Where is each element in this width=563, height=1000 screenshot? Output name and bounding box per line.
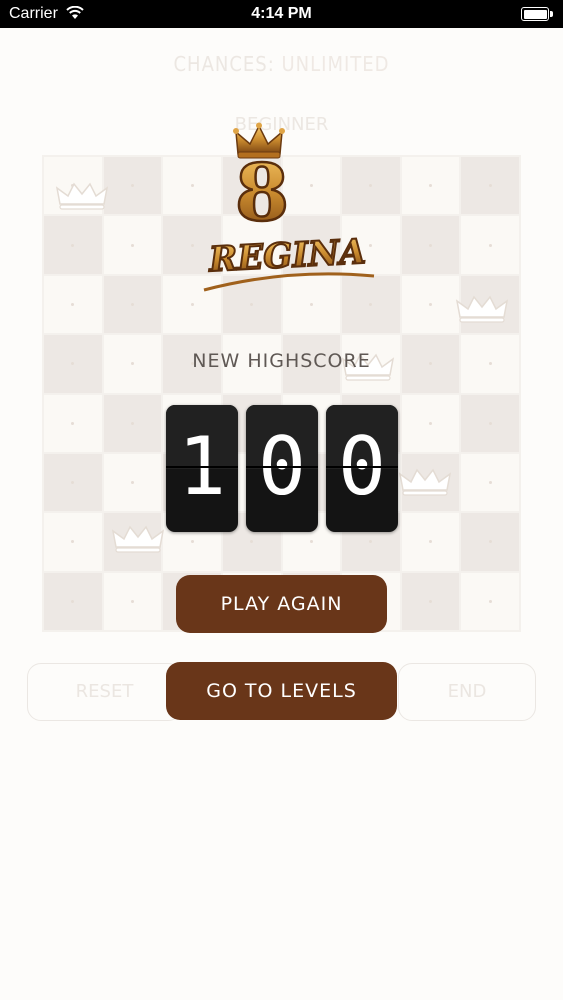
chances-value: UNLIMITED [281, 52, 390, 76]
board-square[interactable] [401, 157, 460, 215]
go-to-levels-button[interactable]: GO TO LEVELS [166, 662, 397, 720]
board-square[interactable] [461, 216, 519, 274]
square-dot [190, 540, 194, 544]
score-digit: 0 [246, 405, 318, 532]
board-square[interactable] [103, 275, 162, 334]
play-again-button[interactable]: PLAY AGAIN [176, 575, 387, 633]
square-dot [130, 481, 134, 485]
chances-indicator: CHANCES: UNLIMITED [0, 52, 563, 76]
square-dot [488, 243, 492, 247]
8-regina-logo: 8 REGINA [203, 122, 375, 292]
square-dot [250, 540, 254, 544]
square-dot [71, 302, 75, 306]
square-dot [488, 184, 492, 188]
score-display: 1 0 0 [166, 405, 398, 532]
status-bar: Carrier 4:14 PM [0, 0, 563, 28]
board-square[interactable] [44, 572, 102, 630]
clock: 4:14 PM [251, 5, 312, 22]
board-square[interactable] [461, 513, 519, 571]
battery-icon [521, 7, 553, 21]
square-dot [309, 540, 313, 544]
queen-crown-icon [111, 525, 165, 553]
board-square[interactable] [103, 216, 162, 274]
board-square[interactable] [103, 453, 162, 512]
square-dot [488, 540, 492, 544]
board-square[interactable] [44, 275, 102, 334]
square-dot [429, 421, 433, 425]
board-square[interactable] [461, 157, 519, 215]
board-square[interactable] [103, 394, 162, 452]
board-square[interactable] [461, 453, 519, 512]
square-dot [71, 599, 75, 603]
board-square[interactable] [401, 513, 460, 571]
square-dot [429, 184, 433, 188]
board-square[interactable] [44, 216, 102, 274]
board-square[interactable] [401, 572, 460, 630]
square-dot [130, 599, 134, 603]
board-square[interactable] [461, 572, 519, 630]
square-dot [71, 481, 75, 485]
square-dot [71, 540, 75, 544]
square-dot [369, 540, 373, 544]
board-square[interactable] [401, 394, 460, 452]
board-square[interactable] [103, 572, 162, 630]
board-square[interactable] [103, 157, 162, 215]
square-dot [190, 243, 194, 247]
square-dot [429, 599, 433, 603]
queen-crown-icon [398, 468, 452, 496]
square-dot [429, 302, 433, 306]
square-dot [71, 421, 75, 425]
square-dot [71, 243, 75, 247]
square-dot [130, 302, 134, 306]
score-digit: 1 [166, 405, 238, 532]
square-dot [130, 243, 134, 247]
square-dot [130, 184, 134, 188]
board-square[interactable] [401, 275, 460, 334]
board-square[interactable] [461, 394, 519, 452]
square-dot [488, 481, 492, 485]
square-dot [190, 184, 194, 188]
square-dot [250, 302, 254, 306]
square-dot [369, 302, 373, 306]
chances-label: CHANCES: [173, 52, 275, 76]
board-square[interactable] [44, 453, 102, 512]
square-dot [429, 243, 433, 247]
square-dot [488, 421, 492, 425]
square-dot [190, 302, 194, 306]
square-dot [488, 599, 492, 603]
score-digit: 0 [326, 405, 398, 532]
board-square[interactable] [401, 216, 460, 274]
square-dot [130, 421, 134, 425]
board-square[interactable] [44, 394, 102, 452]
board-square[interactable] [44, 513, 102, 571]
new-highscore-label: NEW HIGHSCORE [192, 350, 371, 372]
end-button[interactable]: END [398, 663, 536, 721]
queen-crown-icon [55, 182, 109, 210]
queen-crown-icon [455, 295, 509, 323]
reset-button[interactable]: RESET [27, 663, 182, 721]
square-dot [429, 540, 433, 544]
square-dot [309, 302, 313, 306]
svg-text:8: 8 [235, 148, 289, 239]
